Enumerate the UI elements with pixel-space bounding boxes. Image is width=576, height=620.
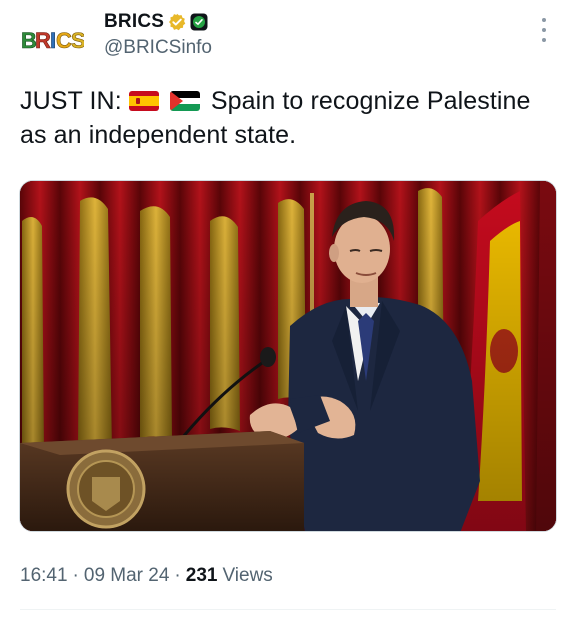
views-count[interactable]: 231 [186, 565, 218, 587]
tweet-time[interactable]: 16:41 [20, 565, 68, 587]
account-info: BRICS @BRICSinfo [104, 10, 212, 59]
palestine-flag-icon [169, 91, 200, 111]
display-name[interactable]: BRICS [104, 11, 164, 33]
account-avatar[interactable]: B R I C S [20, 20, 84, 60]
meta-separator: · [174, 565, 181, 586]
spain-flag-icon [128, 91, 159, 111]
svg-text:C: C [56, 28, 72, 53]
affiliation-badge-icon[interactable] [190, 13, 208, 31]
tweet-card: B R I C S BRICS @BRICSinfo JUST IN: Spai… [0, 0, 576, 620]
text-prefix: JUST IN: [20, 87, 122, 115]
views-label: Views [222, 565, 273, 586]
brics-logo: B R I C S [21, 28, 84, 54]
tweet-meta: 16:41 · 09 Mar 24 · 231 Views [20, 565, 273, 587]
meta-separator: · [72, 565, 79, 586]
svg-text:S: S [71, 28, 84, 53]
divider [20, 609, 556, 610]
tweet-photo[interactable] [19, 180, 557, 532]
more-options-icon[interactable] [540, 18, 548, 42]
account-handle[interactable]: @BRICSinfo [104, 37, 212, 59]
speaker-photo [20, 181, 556, 531]
tweet-text: JUST IN: Spain to recognize Palestine as… [20, 84, 560, 152]
svg-text:R: R [35, 28, 51, 53]
verified-badge-icon [168, 13, 186, 31]
tweet-date[interactable]: 09 Mar 24 [84, 565, 170, 587]
